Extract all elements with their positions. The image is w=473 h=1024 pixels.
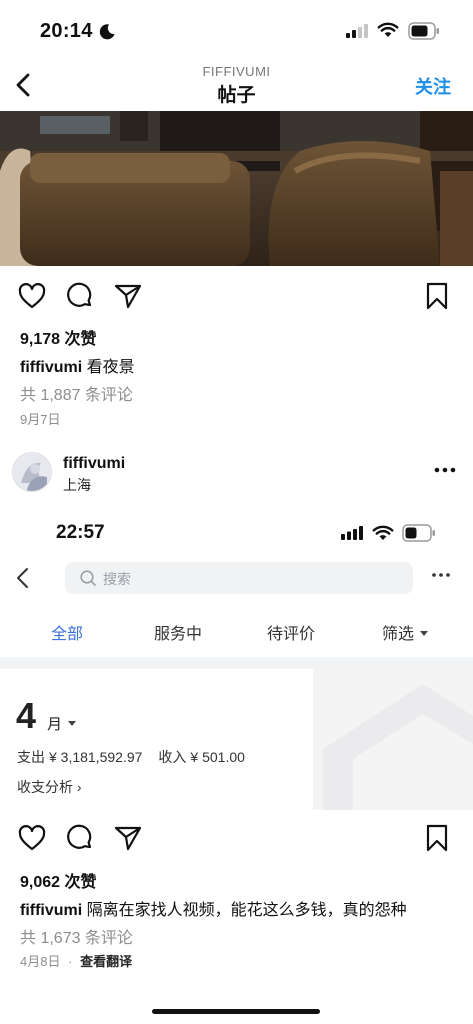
- status-bar: 20:14: [0, 0, 473, 64]
- share-icon[interactable]: [113, 281, 143, 311]
- section-divider: [0, 657, 473, 669]
- income-expense-summary: 支出 ¥ 3,181,592.97 收入 ¥ 501.00: [17, 747, 249, 767]
- house-watermark-icon: [313, 669, 473, 810]
- expense-value: ¥ 3,181,592.97: [49, 749, 143, 765]
- page-title: 帖子: [217, 85, 256, 106]
- more-options-icon[interactable]: [433, 460, 457, 480]
- caption-username[interactable]: fiffivumi: [20, 902, 82, 919]
- post-date: 4月8日: [20, 954, 61, 969]
- search-input[interactable]: 搜索: [65, 562, 413, 594]
- caption-text: 看夜景: [86, 359, 135, 376]
- post-screenshot-image[interactable]: 22:57 搜索 全部 服务中 待评价 筛选 4 月 支出 ¥ 3,181,59…: [0, 505, 473, 810]
- income-label: 收入: [158, 749, 187, 765]
- search-icon: [80, 570, 96, 586]
- date-separator: ·: [68, 954, 73, 969]
- moon-icon: [99, 24, 115, 40]
- heart-icon[interactable]: [17, 823, 47, 853]
- post-date-row: 4月8日 · 查看翻译: [20, 951, 132, 970]
- bookmark-icon[interactable]: [422, 823, 452, 853]
- post-date: 9月7日: [20, 412, 61, 427]
- post-header: fiffivumi 上海: [0, 450, 473, 498]
- avatar[interactable]: [12, 452, 52, 492]
- analysis-link[interactable]: 收支分析 ›: [17, 777, 82, 797]
- caption-username[interactable]: fiffivumi: [20, 359, 82, 376]
- post-location[interactable]: 上海: [63, 475, 91, 495]
- heart-icon[interactable]: [17, 281, 47, 311]
- view-comments-link[interactable]: 共 1,673 条评论: [20, 924, 133, 948]
- expense-label: 支出: [17, 749, 45, 765]
- nav-subtitle: FIFFIVUMI: [202, 64, 271, 79]
- screenshot-time: 22:57: [56, 522, 105, 543]
- wifi-icon: [372, 525, 394, 540]
- month-unit-label: 月: [47, 716, 63, 733]
- tab-in-service[interactable]: 服务中: [154, 620, 202, 644]
- home-indicator[interactable]: [152, 1009, 320, 1014]
- follow-button[interactable]: 关注: [415, 73, 451, 99]
- likes-count[interactable]: 9,178 次赞: [20, 325, 97, 349]
- back-chevron-icon[interactable]: [12, 565, 34, 591]
- status-time: 20:14: [40, 20, 93, 42]
- post-photo[interactable]: [0, 111, 473, 266]
- lounge-chairs-image: [0, 111, 473, 266]
- dropdown-caret-icon: [68, 721, 77, 726]
- post-caption: fiffivumi 看夜景: [20, 353, 135, 377]
- post-actions: [0, 281, 473, 317]
- tab-all[interactable]: 全部: [51, 620, 83, 644]
- month-selector[interactable]: 月: [47, 713, 77, 734]
- caption-text: 隔离在家找人视频，能花这么多钱，真的怨种: [86, 902, 407, 919]
- wifi-icon: [377, 22, 399, 37]
- income-value: ¥ 501.00: [190, 749, 245, 765]
- post-caption: fiffivumi 隔离在家找人视频，能花这么多钱，真的怨种: [20, 896, 407, 920]
- tab-filter[interactable]: 筛选: [382, 620, 429, 644]
- search-placeholder: 搜索: [103, 571, 131, 587]
- battery-icon: [408, 22, 439, 40]
- month-number: 4: [16, 695, 37, 736]
- view-comments-link[interactable]: 共 1,887 条评论: [20, 381, 133, 405]
- post-author-name[interactable]: fiffivumi: [63, 455, 125, 473]
- more-options-icon[interactable]: [431, 571, 451, 579]
- tab-pending-review[interactable]: 待评价: [267, 620, 315, 644]
- comment-icon[interactable]: [65, 281, 95, 311]
- cellular-signal-icon: [341, 526, 363, 540]
- post-actions: [0, 823, 473, 859]
- filter-label: 筛选: [382, 626, 415, 643]
- likes-count[interactable]: 9,062 次赞: [20, 868, 97, 892]
- battery-icon: [402, 524, 435, 542]
- share-icon[interactable]: [113, 823, 143, 853]
- dropdown-caret-icon: [420, 631, 429, 636]
- bookmark-icon[interactable]: [422, 281, 452, 311]
- comment-icon[interactable]: [65, 823, 95, 853]
- nav-bar: FIFFIVUMI 帖子 关注: [0, 60, 473, 110]
- see-translation-link[interactable]: 查看翻译: [80, 954, 132, 969]
- cellular-signal-icon: [346, 24, 368, 38]
